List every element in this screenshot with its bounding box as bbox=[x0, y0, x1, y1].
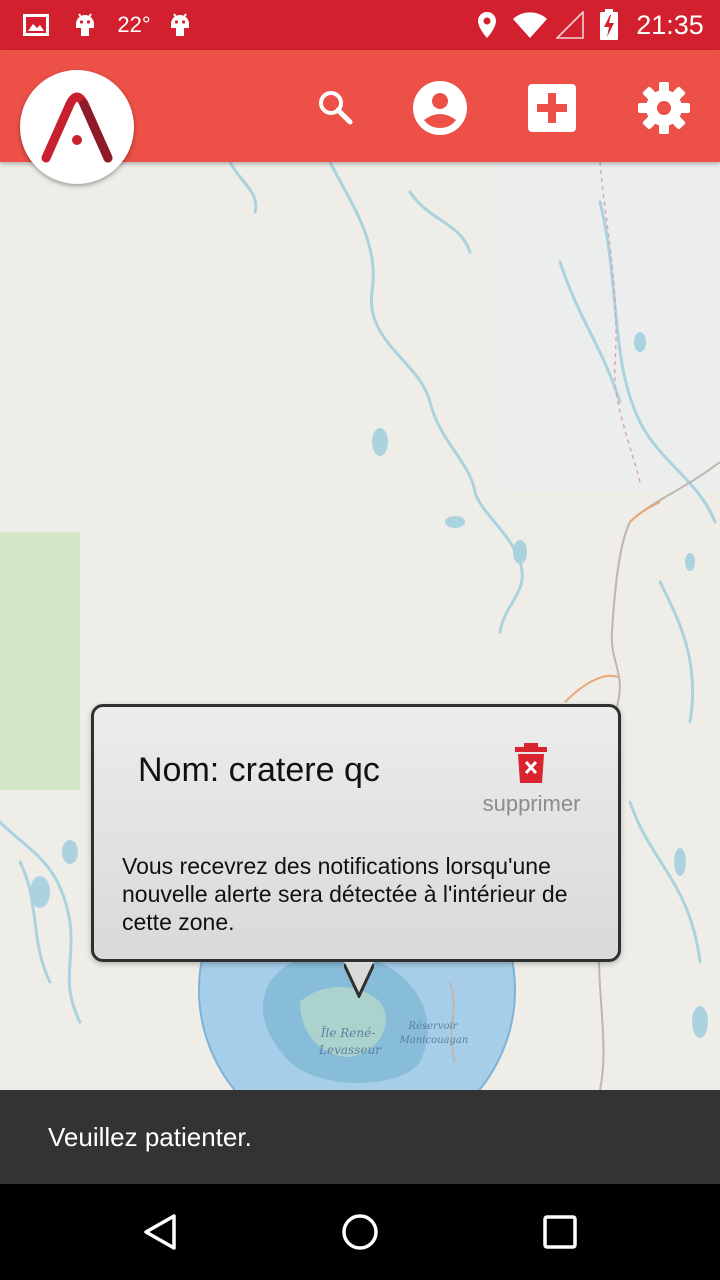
signal-icon bbox=[554, 0, 586, 50]
android-icon bbox=[70, 0, 100, 50]
app-logo-icon bbox=[41, 92, 113, 163]
trash-icon bbox=[515, 743, 547, 783]
search-button[interactable] bbox=[306, 78, 366, 138]
back-button[interactable] bbox=[130, 1202, 190, 1262]
zone-name: Nom: cratere qc bbox=[138, 751, 380, 789]
account-icon bbox=[413, 81, 467, 135]
search-icon bbox=[319, 91, 353, 125]
snackbar: Veuillez patienter. bbox=[0, 1090, 720, 1184]
island-label-line2: Levasseur bbox=[318, 1043, 382, 1057]
zone-info-popup: Nom: cratere qc supprimer Vous recevrez … bbox=[91, 704, 621, 998]
back-icon bbox=[144, 1214, 176, 1250]
account-button[interactable] bbox=[410, 78, 470, 138]
recents-button[interactable] bbox=[530, 1202, 590, 1262]
home-icon bbox=[342, 1214, 378, 1250]
gallery-icon bbox=[20, 0, 52, 50]
delete-zone-button[interactable]: supprimer bbox=[474, 743, 589, 823]
settings-button[interactable] bbox=[634, 78, 694, 138]
reservoir-label-line2: Manicouagan bbox=[399, 1035, 469, 1046]
home-button[interactable] bbox=[330, 1202, 390, 1262]
location-icon bbox=[473, 0, 501, 50]
add-zone-button[interactable] bbox=[522, 78, 582, 138]
reservoir-label: Réservoir bbox=[408, 1021, 459, 1032]
settings-icon bbox=[638, 82, 690, 134]
wifi-icon bbox=[510, 0, 550, 50]
snackbar-message: Veuillez patienter. bbox=[48, 1122, 252, 1152]
clock-text: 21:35 bbox=[636, 9, 704, 40]
clock: 21:35 bbox=[630, 0, 710, 50]
navigation-bar bbox=[0, 1184, 720, 1280]
zone-message: Vous recevrez des notifications lorsqu'u… bbox=[122, 853, 568, 935]
temperature-text: 22° bbox=[117, 12, 151, 37]
android-icon bbox=[165, 0, 195, 50]
island-label: Île René- bbox=[320, 1025, 376, 1040]
battery-charging-icon bbox=[596, 0, 622, 50]
forest-area bbox=[0, 532, 80, 790]
delete-label: supprimer bbox=[482, 791, 581, 816]
recents-icon bbox=[543, 1215, 577, 1249]
add-box-icon bbox=[528, 84, 576, 132]
status-bar: 22° 21:35 bbox=[0, 0, 720, 50]
app-logo[interactable] bbox=[20, 70, 134, 184]
popup-pointer bbox=[344, 962, 374, 998]
temperature: 22° bbox=[114, 0, 154, 50]
